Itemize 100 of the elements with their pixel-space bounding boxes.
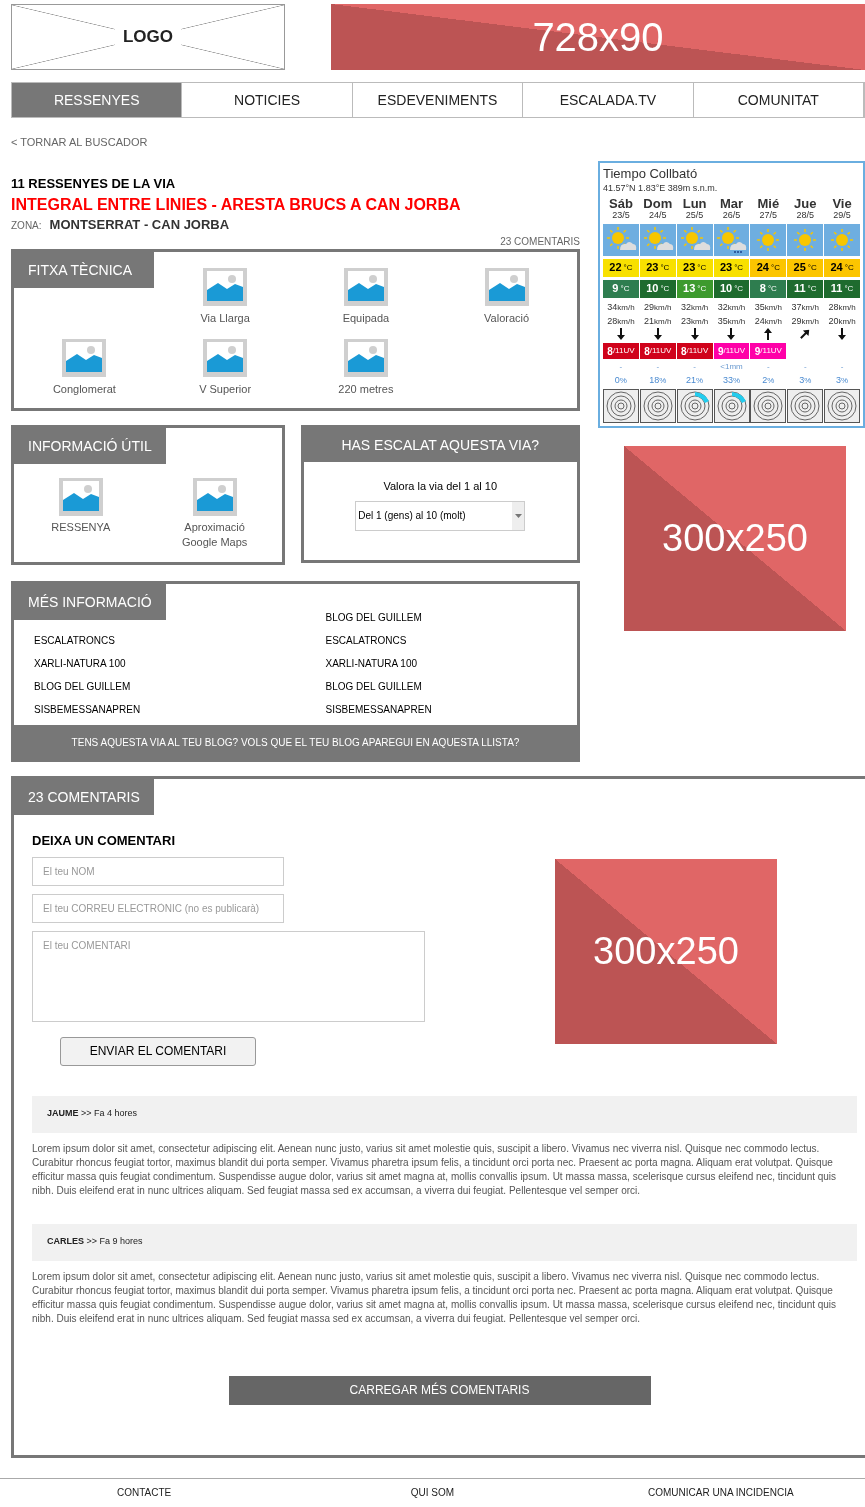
rain-probability: 2% xyxy=(762,375,775,387)
min-temperature: 11 °C xyxy=(787,279,824,298)
image-placeholder-icon xyxy=(343,268,388,306)
weather-day: Dom xyxy=(643,197,673,211)
rain-amount: - xyxy=(619,362,623,372)
footer-link[interactable]: QUI SOM xyxy=(410,1485,455,1500)
nav-tab[interactable]: RESSENYES xyxy=(12,83,183,117)
weather-date: 27/5 xyxy=(759,210,778,222)
wind-gust: 35km/h xyxy=(717,315,746,327)
weather-date: 26/5 xyxy=(722,210,741,222)
wind-speed: 29km/h xyxy=(644,301,672,313)
weather-day: Lun xyxy=(682,197,707,211)
info-link[interactable]: Aproximació Google Maps xyxy=(174,520,255,551)
ad-size-label: 728x90 xyxy=(532,14,664,61)
max-temperature: 22 °C xyxy=(603,258,639,277)
blog-link[interactable]: ESCALATRONCS xyxy=(34,634,306,648)
min-temperature: 10 °C xyxy=(639,279,676,298)
comment-body: Lorem ipsum dolor sit amet, consectetur adipiscing elit. Aenean nunc justo, varius sit amet molestie quis, suscipit a libero. Vivamus nec viverra nisl. Quisque nec commodo lectus. Curabitur rhoncus feugiat tortor, maximus blandit dui porta semper. Vivamus pharetra ipsum felis, a tincidunt orci porta nec. Praesent ac porta magna. Aliquam erat volutpat. Quisque efficitur massa quis feugiat condimentum. Suspendisse augue dolor, varius sit amet magna at, mollis convallis ipsum. Ut massa massa, scelerisque cursus eleifend nec, tincidunt quis nibh. Duis eleifend erat in nunc ultrices aliquam. Sed feugiat massa sed ex accumsan, a viverra dui feugiat. Pellentesque vel semper orci. xyxy=(32,1269,838,1326)
route-title: INTEGRAL ENTRE LINIES - ARESTA BRUCS A CAN JORBA xyxy=(11,194,462,215)
uv-index: 9/11UV xyxy=(713,343,750,359)
rating-label: Valora la via del 1 al 10 xyxy=(382,479,498,494)
wind-gust: 21km/h xyxy=(644,315,672,327)
blog-link[interactable]: BLOG DEL GUILLEM xyxy=(34,680,306,694)
wind-gust: 24km/h xyxy=(754,315,783,327)
image-placeholder-icon xyxy=(62,338,107,377)
review-count-title: 11 RESSENYES DE LA VIA xyxy=(11,174,177,193)
comments-link[interactable]: 23 COMENTARIS xyxy=(500,234,580,249)
rating-select[interactable]: Del 1 (gens) al 10 (molt) xyxy=(355,500,526,531)
rating-panel-title: HAS ESCALAT AQUESTA VIA? xyxy=(303,428,577,462)
image-placeholder-icon xyxy=(203,268,248,306)
blog-link[interactable]: BLOG DEL GUILLEM xyxy=(325,611,577,625)
leave-comment-title: DEIXA UN COMENTARI xyxy=(32,832,176,850)
rain-amount: - xyxy=(693,362,696,372)
wind-gust: 28km/h xyxy=(607,315,635,327)
comment-header: JAUME >> Fa 4 hores xyxy=(32,1095,857,1133)
rain-probability: 21% xyxy=(686,375,704,387)
wind-gust: 29km/h xyxy=(791,315,819,327)
min-temperature: 13 °C xyxy=(676,279,713,298)
wind-speed: 32km/h xyxy=(680,301,709,313)
feature-label: Via Llarga xyxy=(200,311,250,326)
footer-link[interactable]: COMUNICAR UNA INCIDENCIA xyxy=(648,1485,794,1500)
blog-link[interactable]: XARLI-NATURA 100 xyxy=(34,657,306,671)
comment-field[interactable]: El teu COMENTARI xyxy=(32,930,425,1022)
rain-probability: 18% xyxy=(649,375,667,387)
weather-day: Mar xyxy=(719,197,744,211)
blog-suggestion-bar[interactable]: TENS AQUESTA VIA AL TEU BLOG? VOLS QUE EL TEU BLOG APAREGUI EN AQUESTA LLISTA? xyxy=(14,725,577,759)
feature-label: 220 metres xyxy=(338,381,394,397)
blog-link[interactable]: SISBEMESSANAPREN xyxy=(325,703,577,717)
rain-amount: - xyxy=(656,362,660,372)
wind-speed: 32km/h xyxy=(717,301,746,313)
comment-header: CARLES >> Fa 9 hores xyxy=(32,1223,857,1261)
max-temperature: 24 °C xyxy=(824,258,860,277)
feature-label: Conglomerat xyxy=(52,381,116,397)
max-temperature: 24 °C xyxy=(750,258,787,277)
rain-amount: - xyxy=(803,362,807,372)
feature-label: Equipada xyxy=(342,311,390,326)
zone-name: MONTSERRAT - CAN JORBA xyxy=(49,215,230,234)
max-temperature: 23 °C xyxy=(676,258,713,277)
max-temperature: 23 °C xyxy=(639,258,676,277)
rain-probability: 0% xyxy=(614,375,627,387)
load-more-button[interactable]: CARREGAR MÉS COMENTARIS xyxy=(228,1375,651,1405)
wind-speed: 34km/h xyxy=(607,301,635,313)
weather-date: 29/5 xyxy=(833,210,851,222)
blog-link[interactable]: SISBEMESSANAPREN xyxy=(34,703,306,717)
min-temperature: 11 °C xyxy=(824,279,860,298)
weather-day: Sáb xyxy=(609,197,633,211)
blog-link[interactable]: BLOG DEL GUILLEM xyxy=(325,680,577,694)
rain-probability: 33% xyxy=(722,375,741,387)
rain-probability: 3% xyxy=(799,375,812,387)
blog-link[interactable]: XARLI-NATURA 100 xyxy=(325,657,577,671)
rain-amount: <1mm xyxy=(720,362,743,372)
rain-amount: - xyxy=(840,362,844,372)
weather-coordinates: 41.57°N 1.83°E 389m s.n.m. xyxy=(603,181,719,195)
name-field[interactable]: El teu NOM xyxy=(32,856,284,886)
submit-comment-button[interactable]: ENVIAR EL COMENTARI xyxy=(60,1036,256,1066)
footer-link[interactable]: CONTACTE xyxy=(117,1485,172,1500)
image-placeholder-icon xyxy=(484,268,529,306)
back-link[interactable]: < TORNAR AL BUSCADOR xyxy=(11,134,865,151)
wind-gust: 23km/h xyxy=(680,315,709,327)
feature-label: Valoració xyxy=(484,311,530,326)
weather-date: 24/5 xyxy=(649,210,667,222)
uv-index: 8/11UV xyxy=(639,343,676,359)
blog-link[interactable]: ESCALATRONCS xyxy=(325,634,577,648)
weather-title: Tiempo Collbató xyxy=(603,165,699,182)
ad-size-label: 300x250 xyxy=(662,516,808,562)
rain-probability: 3% xyxy=(836,375,849,387)
wind-speed: 37km/h xyxy=(791,301,819,313)
wind-speed: 35km/h xyxy=(754,301,783,313)
info-link[interactable]: RESSENYA xyxy=(40,520,121,536)
email-field[interactable]: El teu CORREU ELECTRÒNIC (no es publicarà) xyxy=(32,893,284,923)
weather-date: 23/5 xyxy=(612,210,630,222)
uv-index: 8/11UV xyxy=(603,343,639,359)
uv-index: 8/11UV xyxy=(676,343,713,359)
weather-day: Vie xyxy=(832,197,852,211)
min-temperature: 9 °C xyxy=(603,279,639,298)
weather-day: Jue xyxy=(794,197,817,211)
image-placeholder-icon xyxy=(192,478,237,516)
feature-label: V Superior xyxy=(199,381,252,397)
dropdown-caret-icon xyxy=(514,513,522,518)
image-placeholder-icon xyxy=(58,478,103,516)
